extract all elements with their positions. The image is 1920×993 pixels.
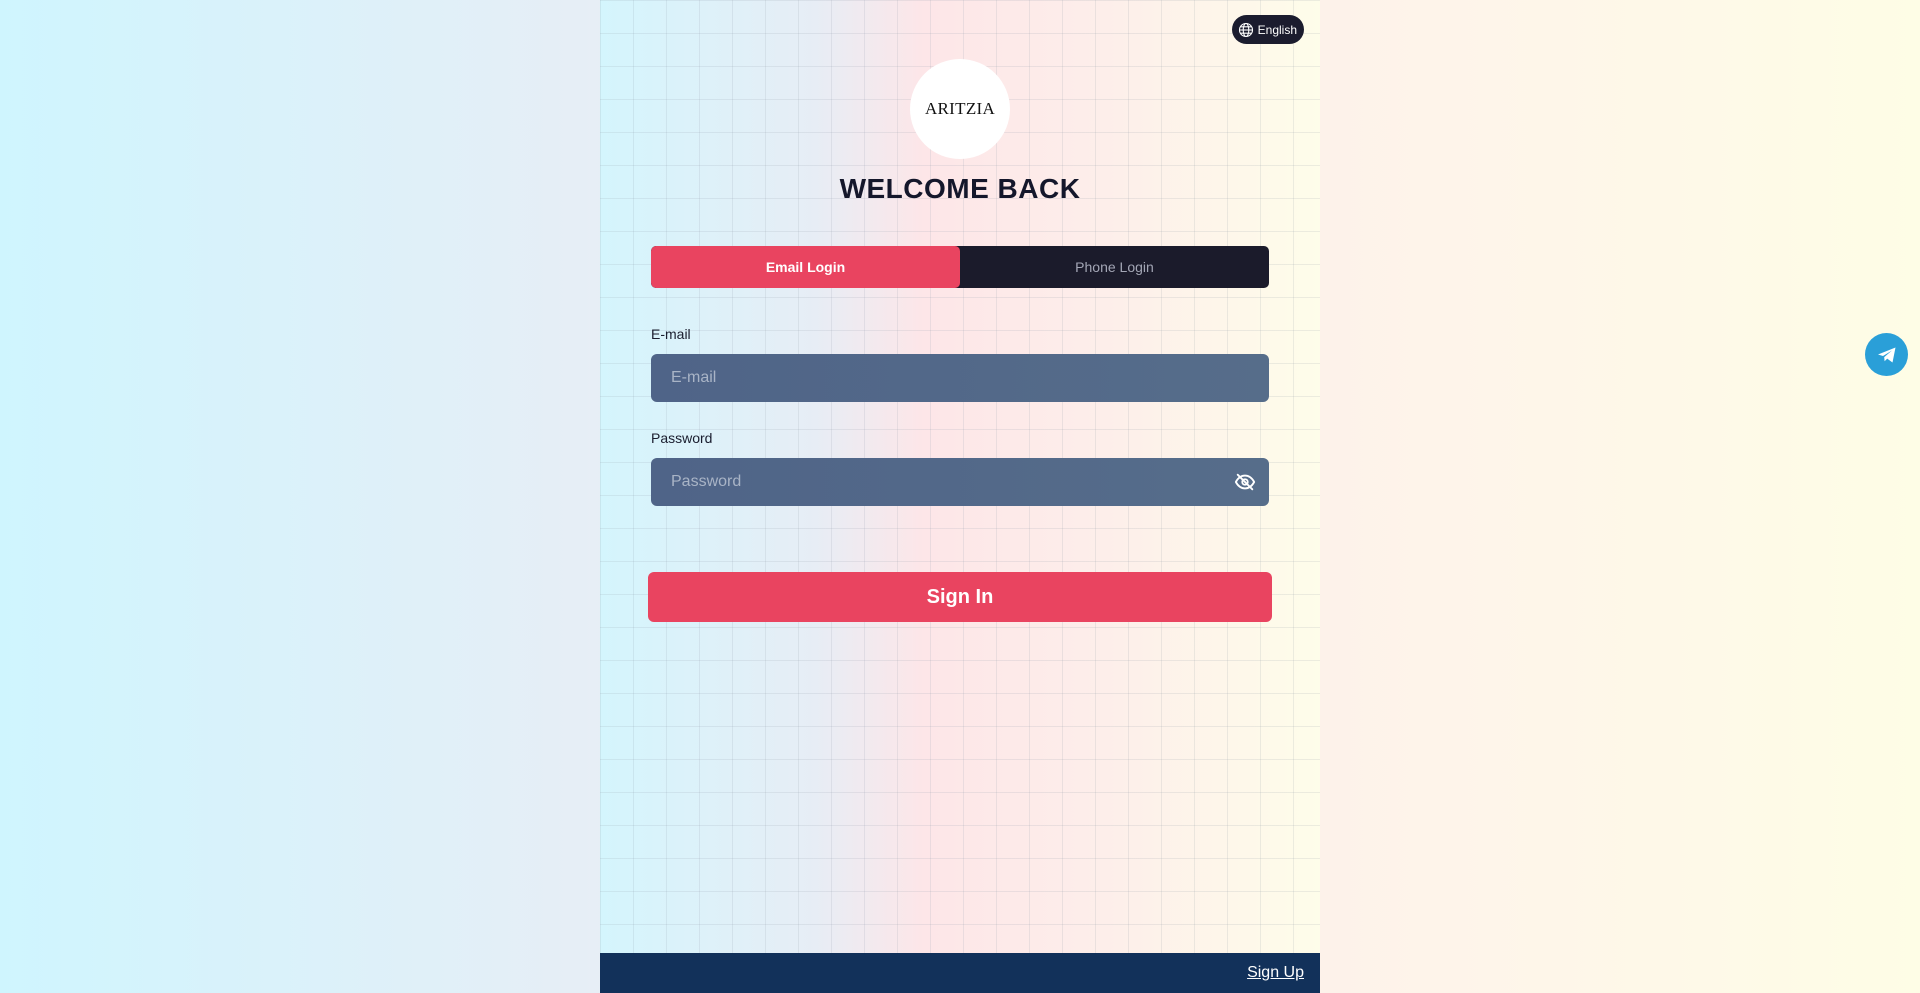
tab-email-login[interactable]: Email Login [651, 246, 960, 288]
brand-logo: ARITZIA [910, 59, 1010, 159]
tab-phone-login[interactable]: Phone Login [960, 246, 1269, 288]
sign-in-button[interactable]: Sign In [648, 572, 1272, 622]
email-field-wrapper [651, 354, 1269, 402]
email-label: E-mail [651, 326, 691, 342]
footer-bar: Sign Up [600, 953, 1320, 993]
telegram-button[interactable] [1865, 333, 1908, 376]
password-field[interactable] [651, 458, 1269, 506]
password-label: Password [651, 430, 713, 446]
brand-logo-text: ARITZIA [924, 99, 996, 118]
sign-up-link[interactable]: Sign Up [1247, 964, 1304, 982]
language-button[interactable]: English [1231, 15, 1304, 44]
password-field-wrapper [651, 458, 1269, 506]
language-label: English [1257, 22, 1297, 37]
page-title: WELCOME BACK [839, 173, 1081, 204]
telegram-icon [1875, 343, 1899, 367]
login-tabs: Email Login Phone Login [651, 246, 1269, 288]
login-panel: English ARITZIA WELCOME BACK Email Login… [600, 0, 1320, 993]
eye-off-icon[interactable] [1233, 470, 1257, 494]
globe-icon [1238, 22, 1254, 38]
email-field[interactable] [651, 354, 1269, 402]
